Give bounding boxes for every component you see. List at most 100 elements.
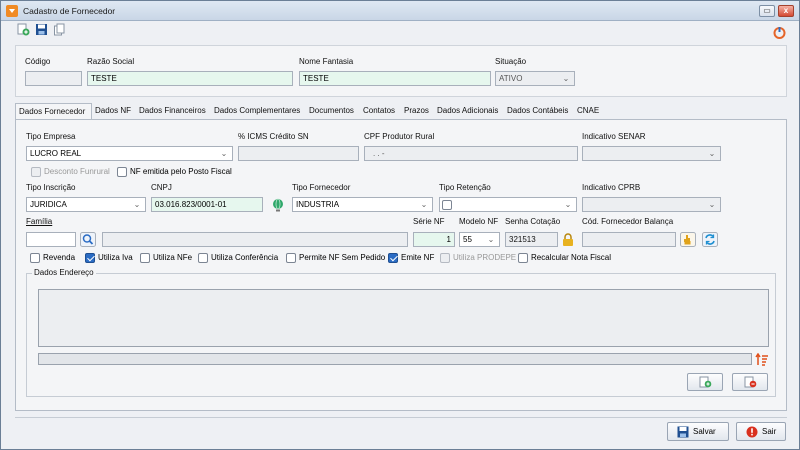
cod-balanca-field[interactable]: [582, 232, 676, 247]
tipo-retencao-select[interactable]: ⌄: [439, 197, 577, 212]
tab-contatos[interactable]: Contatos: [360, 103, 398, 119]
recalcular-nota-fiscal-text: Recalcular Nota Fiscal: [531, 253, 612, 262]
tipo-inscricao-label: Tipo Inscrição: [26, 183, 76, 192]
tipo-fornecedor-value: INDUSTRIA: [296, 200, 340, 209]
tipo-empresa-select[interactable]: LUCRO REAL ⌄: [26, 146, 233, 161]
chevron-down-icon: ⌄: [220, 149, 228, 158]
window-title: Cadastro de Fornecedor: [23, 6, 116, 16]
copy-document-icon[interactable]: [53, 23, 66, 36]
icms-field[interactable]: [238, 146, 359, 161]
tipo-inscricao-value: JURIDICA: [30, 200, 67, 209]
modelo-nf-value: 55: [463, 235, 472, 244]
emite-nf-checkbox[interactable]: Emite NF: [388, 252, 443, 264]
checkbox-box: [440, 253, 450, 263]
recalcular-nota-fiscal-checkbox[interactable]: Recalcular Nota Fiscal: [518, 252, 618, 264]
endereco-grid[interactable]: [38, 289, 769, 347]
chevron-down-icon: ⌄: [708, 200, 716, 209]
search-icon[interactable]: [80, 232, 96, 247]
add-address-button[interactable]: [687, 373, 723, 391]
add-document-icon: [699, 376, 712, 388]
senha-cotacao-label: Senha Cotação: [505, 217, 561, 226]
nome-fantasia-field[interactable]: TESTE: [299, 71, 491, 86]
salvar-text: Salvar: [693, 427, 716, 436]
nf-posto-checkbox[interactable]: NF emitida pelo Posto Fiscal: [117, 166, 237, 178]
lock-icon[interactable]: [561, 232, 575, 247]
exit-icon: [746, 426, 758, 438]
close-button[interactable]: x: [778, 5, 794, 17]
modelo-nf-label: Modelo NF: [459, 217, 499, 226]
familia-label[interactable]: Família: [26, 217, 52, 226]
situacao-label: Situação: [495, 57, 527, 66]
chevron-down-icon: ⌄: [708, 149, 716, 158]
checkbox-box: [388, 253, 398, 263]
tab-dados-financeiros[interactable]: Dados Financeiros: [136, 103, 209, 119]
refresh-icon[interactable]: [702, 232, 718, 247]
tab-cnae[interactable]: CNAE: [574, 103, 602, 119]
senha-cotacao-field: 321513: [505, 232, 558, 247]
chevron-down-icon: ⌄: [562, 74, 570, 83]
revenda-text: Revenda: [43, 253, 76, 262]
cnpj-field[interactable]: 03.016.823/0001-01: [151, 197, 263, 212]
sort-order-icon[interactable]: [755, 353, 769, 366]
senar-select[interactable]: ⌄: [582, 146, 721, 161]
tab-dados-nf[interactable]: Dados NF: [92, 103, 134, 119]
tipo-empresa-value: LUCRO REAL: [30, 149, 82, 158]
tab-prazos[interactable]: Prazos: [401, 103, 432, 119]
sair-button[interactable]: Sair: [736, 422, 786, 441]
modelo-nf-select[interactable]: 55 ⌄: [459, 232, 500, 247]
cpf-produtor-label: CPF Produtor Rural: [364, 132, 435, 141]
utiliza-conferencia-text: Utiliza Conferência: [211, 253, 279, 262]
utiliza-prodepe-text: Utiliza PRODEPE: [453, 253, 517, 262]
globe-icon[interactable]: [271, 198, 285, 212]
utiliza-nfe-checkbox[interactable]: Utiliza NFe: [140, 252, 200, 264]
codigo-label: Código: [25, 57, 51, 66]
utiliza-conferencia-checkbox[interactable]: Utiliza Conferência: [198, 252, 283, 264]
cprb-select[interactable]: ⌄: [582, 197, 721, 212]
tab-dados-adicionais[interactable]: Dados Adicionais: [434, 103, 501, 119]
app-menu-icon[interactable]: [6, 5, 18, 17]
razao-social-label: Razão Social: [87, 57, 135, 66]
new-document-icon[interactable]: [17, 23, 30, 36]
utiliza-iva-text: Utiliza Iva: [98, 253, 133, 262]
header-panel: Código Razão Social TESTE Nome Fantasia …: [15, 45, 787, 97]
endereco-scrollbar[interactable]: [38, 353, 752, 365]
tab-dados-complementares[interactable]: Dados Complementares: [211, 103, 303, 119]
tipo-retencao-checkbox[interactable]: [442, 199, 454, 211]
cpf-produtor-field[interactable]: . . -: [364, 146, 578, 161]
nome-fantasia-label: Nome Fantasia: [299, 57, 354, 66]
serie-nf-field[interactable]: 1: [413, 232, 455, 247]
hand-point-icon[interactable]: [680, 232, 696, 247]
familia-code-field[interactable]: [26, 232, 76, 247]
checkbox-box: [85, 253, 95, 263]
restore-button[interactable]: ▭: [759, 5, 775, 17]
checkbox-box: [31, 167, 41, 177]
main-window: Cadastro de Fornecedor ▭ x Código Razão …: [0, 0, 800, 450]
emite-nf-text: Emite NF: [401, 253, 435, 262]
tipo-fornecedor-label: Tipo Fornecedor: [292, 183, 351, 192]
nf-posto-text: NF emitida pelo Posto Fiscal: [130, 167, 232, 176]
remove-address-button[interactable]: [732, 373, 768, 391]
familia-description-field: [102, 232, 408, 247]
permite-nf-sem-pedido-checkbox[interactable]: Permite NF Sem Pedido: [286, 252, 386, 264]
utiliza-iva-checkbox[interactable]: Utiliza Iva: [85, 252, 145, 264]
desconto-funrural-checkbox[interactable]: Desconto Funrural: [31, 166, 121, 178]
tab-dados-fornecedor[interactable]: Dados Fornecedor: [15, 103, 92, 120]
situacao-select[interactable]: ATIVO ⌄: [495, 71, 575, 86]
permite-nf-sem-pedido-text: Permite NF Sem Pedido: [299, 253, 386, 262]
salvar-button[interactable]: Salvar: [667, 422, 729, 441]
tab-documentos[interactable]: Documentos: [306, 103, 357, 119]
revenda-checkbox[interactable]: Revenda: [30, 252, 80, 264]
utiliza-prodepe-checkbox: Utiliza PRODEPE: [440, 252, 517, 264]
tab-dados-contabeis[interactable]: Dados Contábeis: [504, 103, 571, 119]
razao-social-field[interactable]: TESTE: [87, 71, 293, 86]
checkbox-box: [286, 253, 296, 263]
checkbox-box: [117, 167, 127, 177]
situacao-value: ATIVO: [499, 74, 523, 83]
tipo-inscricao-select[interactable]: JURIDICA ⌄: [26, 197, 146, 212]
icms-label: % ICMS Crédito SN: [238, 132, 309, 141]
checkbox-box: [30, 253, 40, 263]
codigo-field[interactable]: [25, 71, 82, 86]
save-disk-icon[interactable]: [35, 23, 48, 36]
power-icon[interactable]: [773, 26, 786, 39]
tipo-fornecedor-select[interactable]: INDUSTRIA ⌄: [292, 197, 433, 212]
